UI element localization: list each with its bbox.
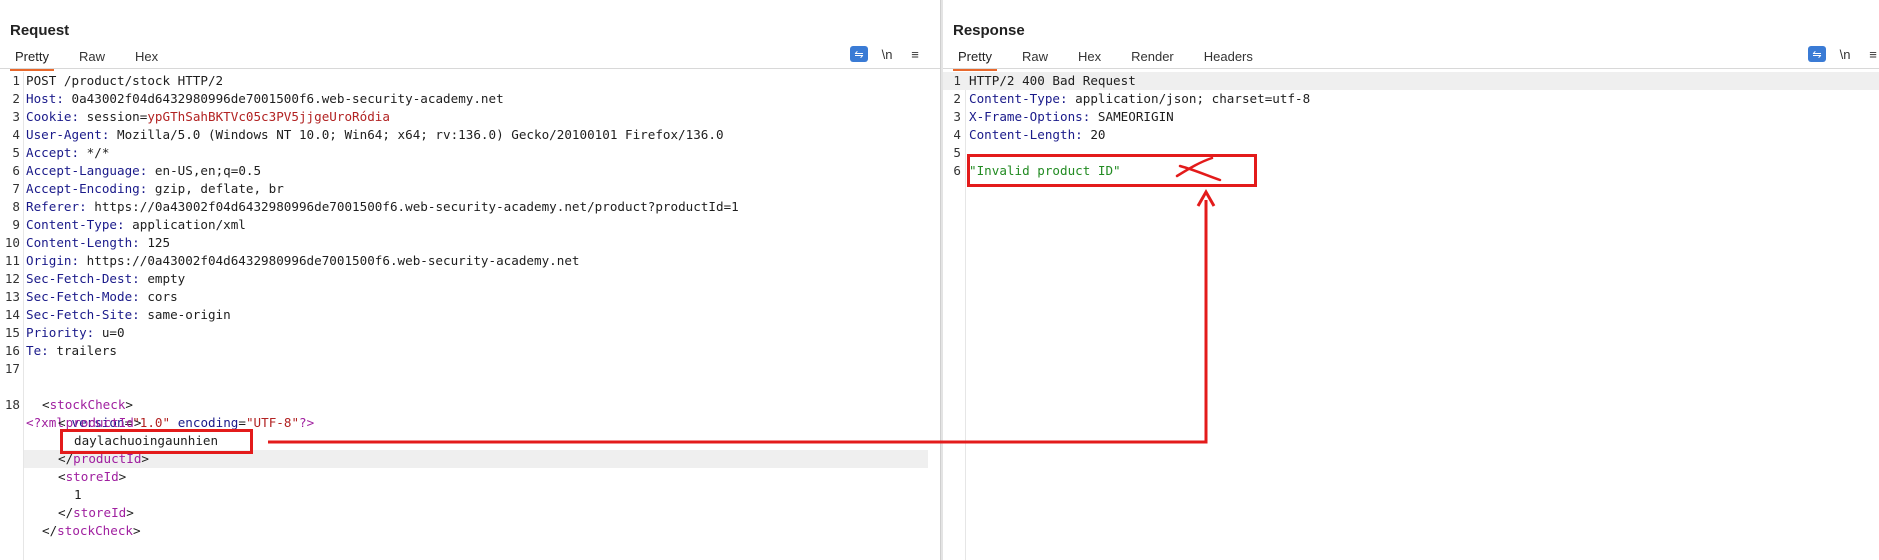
menu-icon[interactable]: ≡ [906, 46, 924, 62]
code-line: 5 Accept: */* [12, 145, 110, 160]
request-tabs: Pretty Raw Hex [6, 46, 179, 71]
code-line: 6 Accept-Language: en-US,en;q=0.5 [12, 163, 262, 178]
request-tab-divider [0, 68, 940, 69]
response-body-error: "Invalid product ID" [969, 163, 1121, 178]
response-editor[interactable]: 1 HTTP/2 400 Bad Request 2 Content-Type: ap… [943, 72, 1879, 180]
request-editor[interactable]: 1 POST /product/stock HTTP/2 2 Host: 0a4300… [0, 72, 940, 540]
code-line: 13 Sec-Fetch-Mode: cors [4, 289, 178, 304]
request-tab-raw[interactable]: Raw [70, 46, 114, 69]
response-tab-divider [943, 68, 1879, 69]
show-newlines-button[interactable]: \n [1836, 46, 1854, 62]
code-line-current: </productId> [24, 450, 928, 468]
code-line: <stockCheck> [42, 397, 134, 412]
code-line: 3 X-Frame-Options: SAMEORIGIN [953, 109, 1174, 124]
response-toolbar: ⇋ \n ≡ [1798, 46, 1879, 62]
response-tabs: Pretty Raw Hex Render Headers [949, 46, 1274, 71]
request-title: Request [10, 22, 70, 39]
code-line: 2 Host: 0a43002f04d6432980996de7001500f6.… [12, 91, 504, 106]
code-line: 16 Te: trailers [4, 343, 117, 358]
response-pane: Response Pretty Raw Hex Render Headers ⇋… [943, 0, 1879, 560]
code-line: </storeId> [58, 505, 134, 520]
code-line: 4 Content-Length: 20 [953, 127, 1106, 142]
menu-icon[interactable]: ≡ [1864, 46, 1879, 62]
code-line: 17 [4, 361, 20, 376]
code-line: 2 Content-Type: application/json; charset… [953, 91, 1311, 106]
code-line: 14 Sec-Fetch-Site: same-origin [4, 307, 231, 322]
request-tab-hex[interactable]: Hex [126, 46, 167, 69]
request-pane: Request Pretty Raw Hex ⇋ \n ≡ 1 POST /pro… [0, 0, 940, 560]
response-tab-hex[interactable]: Hex [1069, 46, 1110, 69]
response-tab-headers[interactable]: Headers [1195, 46, 1262, 69]
request-toolbar: ⇋ \n ≡ [840, 46, 924, 62]
code-line: 1 [74, 487, 82, 502]
response-tab-pretty[interactable]: Pretty [949, 46, 1001, 71]
wrap-lines-icon[interactable]: ⇋ [850, 46, 868, 62]
code-line: 1 HTTP/2 400 Bad Request [943, 72, 1879, 90]
response-title: Response [953, 22, 1025, 39]
code-line: 9 Content-Type: application/xml [12, 217, 246, 232]
wrap-lines-icon[interactable]: ⇋ [1808, 46, 1826, 62]
code-line: 6 "Invalid product ID" [953, 163, 1121, 178]
code-line: 3 Cookie: session=ypGThSahBKTVc05c3PV5jjg… [12, 109, 390, 124]
response-tab-raw[interactable]: Raw [1013, 46, 1057, 69]
code-line: 15 Priority: u=0 [4, 325, 125, 340]
code-line: 5 [953, 145, 961, 160]
code-line: 7 Accept-Encoding: gzip, deflate, br [12, 181, 284, 196]
code-line: 12 Sec-Fetch-Dest: empty [4, 271, 186, 286]
code-line: 1 POST /product/stock HTTP/2 [12, 73, 224, 88]
request-tab-pretty[interactable]: Pretty [6, 46, 58, 71]
code-line: 8 Referer: https://0a43002f04d6432980996d… [12, 199, 739, 214]
code-line-product-value: daylachuoingaunhien [0, 432, 940, 450]
show-newlines-button[interactable]: \n [878, 46, 896, 62]
code-line: 10 Content-Length: 125 [4, 235, 171, 250]
response-tab-render[interactable]: Render [1122, 46, 1183, 69]
code-line: <storeId> [58, 469, 127, 484]
code-line: </stockCheck> [42, 523, 141, 538]
code-line: <productId> [58, 415, 142, 430]
code-line: 4 User-Agent: Mozilla/5.0 (Windows NT 10.… [12, 127, 724, 142]
product-id-value: daylachuoingaunhien [74, 433, 219, 448]
code-line: 18 <?xml version="1.0" encoding="UTF-8"?… [4, 397, 315, 430]
code-line: 11 Origin: https://0a43002f04d6432980996d… [4, 253, 580, 268]
